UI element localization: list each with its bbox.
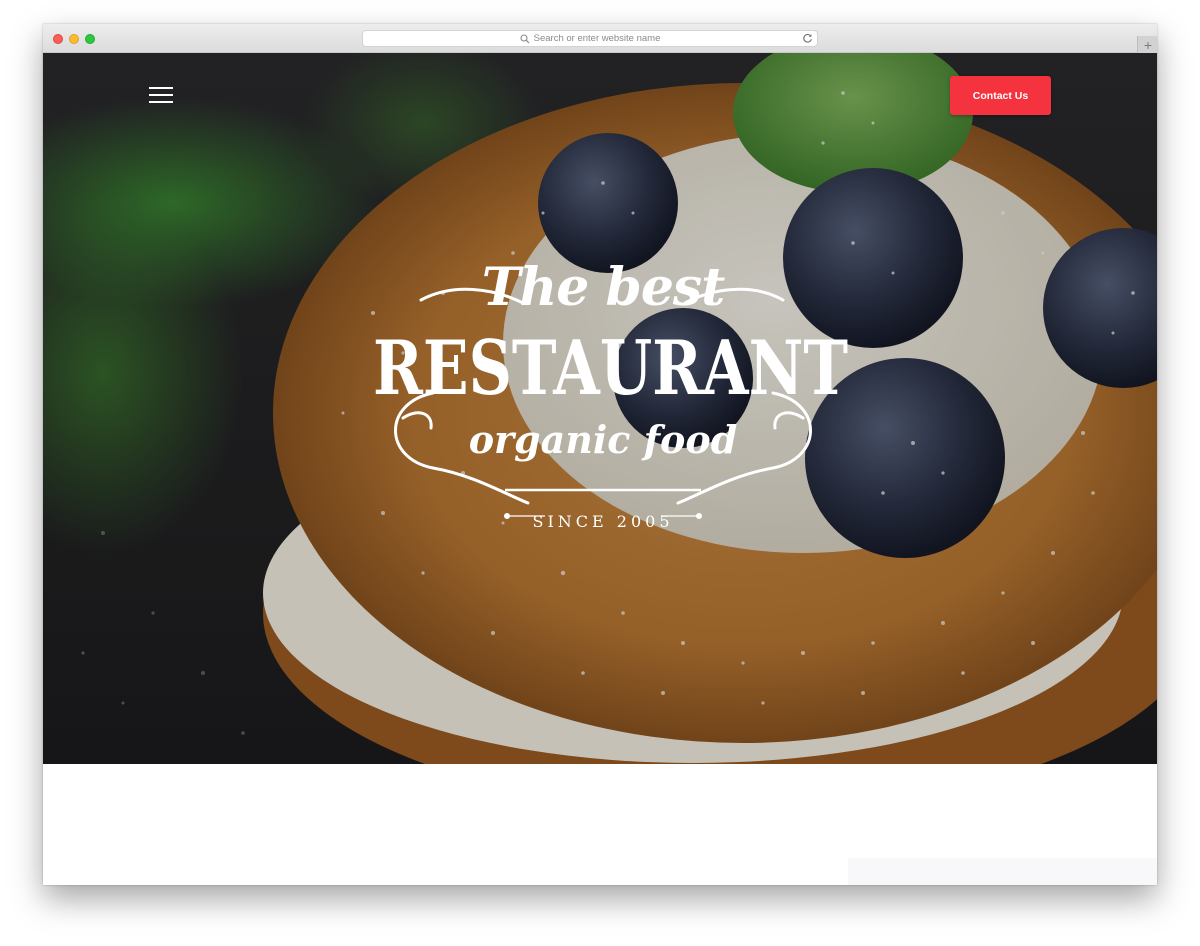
logo-tagline-top: The best xyxy=(481,257,725,318)
plus-icon: + xyxy=(1143,37,1153,53)
close-window-button[interactable] xyxy=(53,34,63,44)
new-tab-button[interactable]: + xyxy=(1137,36,1157,54)
reload-icon[interactable] xyxy=(802,33,813,44)
address-bar-content: Search or enter website name xyxy=(363,31,817,46)
restaurant-logo: The best RESTAURANT organic food SINCE 2… xyxy=(373,243,849,573)
logo-tagline-bottom: organic food xyxy=(468,417,738,462)
hero-section: Contact Us The best RESTAURANT organic f… xyxy=(43,53,1157,764)
browser-titlebar: Search or enter website name + xyxy=(43,24,1157,54)
search-icon xyxy=(520,33,530,43)
minimize-window-button[interactable] xyxy=(69,34,79,44)
logo-since: SINCE 2005 xyxy=(532,512,674,531)
hamburger-menu-icon[interactable] xyxy=(149,85,173,105)
contact-us-button[interactable]: Contact Us xyxy=(950,76,1051,115)
address-placeholder: Search or enter website name xyxy=(533,33,661,44)
zoom-window-button[interactable] xyxy=(85,34,95,44)
browser-window: Search or enter website name + Contact U… xyxy=(43,24,1157,885)
logo-title: RESTAURANT xyxy=(373,325,849,413)
bottom-panel xyxy=(848,858,1157,885)
address-bar[interactable]: Search or enter website name xyxy=(362,30,818,47)
